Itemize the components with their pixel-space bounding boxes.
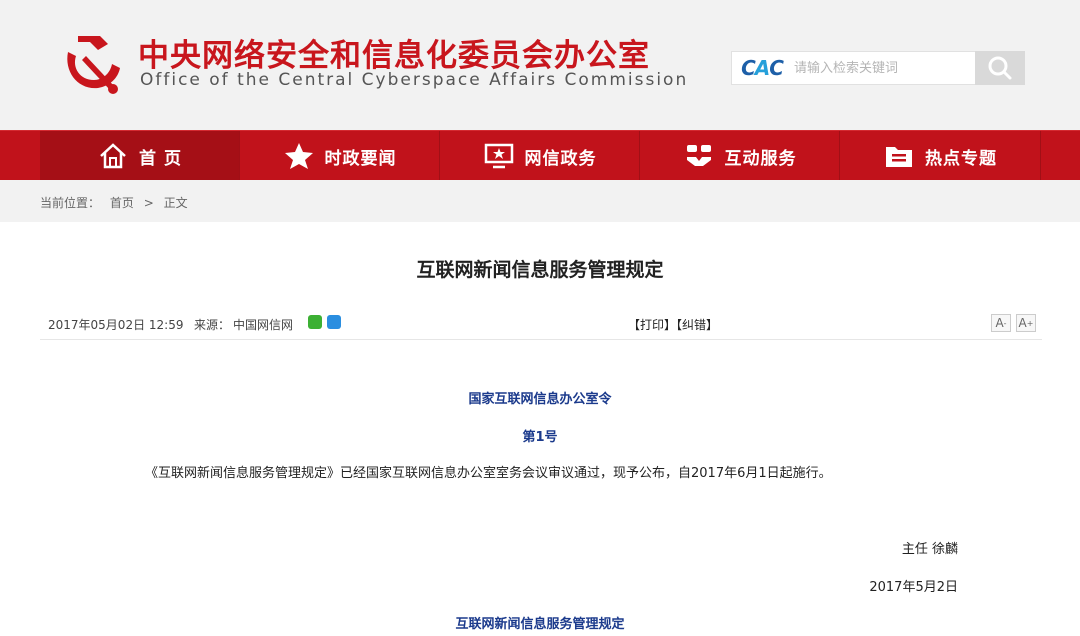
- site-title: 中央网络安全和信息化委员会办公室: [138, 38, 650, 74]
- order-number: 第1号: [522, 430, 558, 445]
- wechat-share-icon[interactable]: [308, 315, 322, 329]
- nav-label: 首 页: [139, 148, 182, 169]
- font-decrease-label: A: [995, 316, 1004, 330]
- search-icon: [988, 56, 1012, 80]
- font-increase-label: A: [1018, 316, 1027, 330]
- sign-date: 2017年5月2日: [869, 580, 958, 595]
- article-title: 互联网新闻信息服务管理规定: [416, 259, 664, 281]
- search-button[interactable]: [975, 51, 1025, 85]
- order-title: 国家互联网信息办公室令: [468, 392, 612, 407]
- font-decrease-button[interactable]: A-: [991, 314, 1011, 332]
- nav-label: 互动服务: [724, 148, 797, 169]
- site-header: 中央网络安全和信息化委员会办公室 Office of the Central C…: [0, 0, 1080, 130]
- source-label: 来源：: [194, 318, 231, 332]
- star-icon: [283, 142, 315, 170]
- article-meta: 2017年05月02日 12:59 来源： 中国网信网 【打印】【纠错】 A- …: [40, 306, 1042, 340]
- breadcrumb-current: 正文: [163, 196, 188, 210]
- breadcrumb: 当前位置： 首页 > 正文: [40, 194, 194, 211]
- nav-label: 时政要闻: [324, 148, 397, 169]
- cac-logo: C A C: [732, 52, 792, 84]
- signer: 主任 徐麟: [901, 542, 958, 557]
- home-icon: [97, 142, 129, 170]
- party-emblem-icon: [67, 36, 120, 94]
- breadcrumb-separator: >: [143, 196, 154, 210]
- nav-label: 热点专题: [925, 148, 997, 169]
- print-correct-links[interactable]: 【打印】【纠错】: [628, 316, 718, 333]
- source-name: 中国网信网: [233, 318, 294, 332]
- main-nav: 首 页 时政要闻 网信政务 互动服务 热点专题: [0, 130, 1080, 181]
- folder-icon: [883, 142, 915, 170]
- qzone-share-icon[interactable]: [327, 315, 341, 329]
- nav-item-topics[interactable]: 热点专题: [840, 131, 1041, 181]
- search-box: C A C: [731, 51, 1025, 85]
- cac-logo-letter: C: [741, 56, 756, 80]
- site-subtitle: Office of the Central Cyberspace Affairs…: [140, 70, 689, 90]
- cac-logo-letter: C: [769, 56, 784, 80]
- nav-item-home[interactable]: 首 页: [40, 131, 240, 181]
- monitor-icon: [483, 142, 515, 170]
- section-title: 互联网新闻信息服务管理规定: [455, 617, 625, 632]
- nav-item-interactive[interactable]: 互动服务: [640, 131, 840, 181]
- nav-item-politics[interactable]: 时政要闻: [240, 131, 440, 181]
- search-input[interactable]: [794, 54, 972, 82]
- publish-date: 2017年05月02日 12:59: [48, 318, 184, 332]
- font-increase-button[interactable]: A +: [1016, 314, 1036, 332]
- breadcrumb-home-link[interactable]: 首页: [110, 196, 134, 210]
- breadcrumb-bar: 当前位置： 首页 > 正文: [0, 180, 1080, 222]
- nav-item-gov-affairs[interactable]: 网信政务: [440, 131, 640, 181]
- handshake-icon: [683, 142, 715, 170]
- cac-logo-letter: A: [754, 56, 771, 80]
- breadcrumb-prefix: 当前位置：: [40, 196, 101, 210]
- article-paragraph: 《互联网新闻信息服务管理规定》已经国家互联网信息办公室室务会议审议通过，现予公布…: [145, 466, 832, 481]
- nav-label: 网信政务: [524, 148, 597, 169]
